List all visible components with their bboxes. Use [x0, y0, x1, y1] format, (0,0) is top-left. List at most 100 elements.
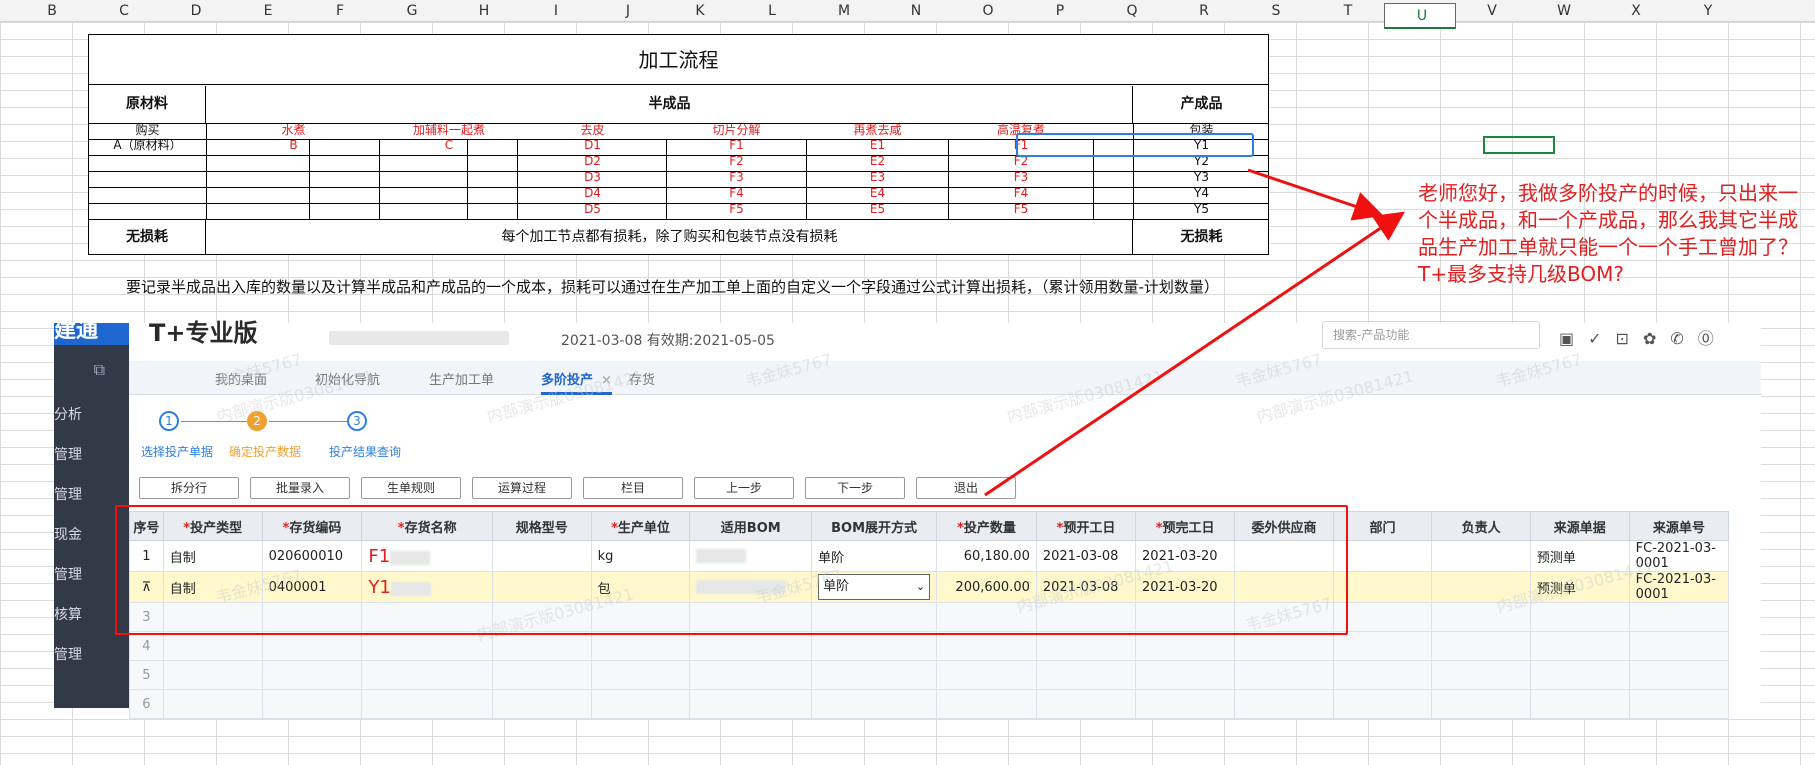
grid-cell-12[interactable]	[1332, 571, 1433, 603]
column-header-H[interactable]: H	[448, 3, 520, 19]
grid-cell-8[interactable]	[936, 660, 1037, 690]
column-header-F[interactable]: F	[304, 3, 376, 19]
toolbar-icons[interactable]: ▣✓⊡✿✆⓪	[1559, 325, 1728, 349]
grid-cell-13[interactable]	[1431, 602, 1531, 632]
column-header-W[interactable]: W	[1528, 3, 1600, 19]
grid-cell-12[interactable]	[1332, 602, 1433, 632]
grid-cell-14[interactable]: 预测单	[1529, 571, 1630, 603]
grid-cell-3[interactable]	[361, 660, 494, 690]
column-header-M[interactable]: M	[808, 3, 880, 19]
grid-cell-15[interactable]	[1628, 689, 1730, 719]
selected-cell[interactable]	[1483, 136, 1555, 154]
step-label-3[interactable]: 投产结果查询	[329, 443, 401, 460]
grid-cell-10[interactable]	[1135, 689, 1236, 719]
grid-cell-1[interactable]	[162, 689, 263, 719]
grid-cell-5[interactable]	[590, 689, 691, 719]
column-header-J[interactable]: J	[592, 3, 664, 19]
grid-cell-5[interactable]	[590, 660, 691, 690]
grid-cell-2[interactable]	[261, 660, 363, 690]
grid-cell-15[interactable]	[1628, 602, 1730, 632]
toolbar-button-3[interactable]: 运算过程	[472, 477, 572, 499]
table-row[interactable]: 5	[129, 660, 1730, 690]
grid-header-15[interactable]: 来源单号	[1628, 511, 1730, 541]
column-header-L[interactable]: L	[736, 3, 808, 19]
grid-cell-15[interactable]: FC-2021-03-0001	[1628, 571, 1730, 603]
search-input[interactable]: 搜索-产品功能	[1322, 321, 1540, 349]
toolbar-button-6[interactable]: 下一步	[805, 477, 905, 499]
grid-cell-7[interactable]	[811, 631, 938, 661]
column-header-N[interactable]: N	[880, 3, 952, 19]
step-label-1[interactable]: 选择投产单据	[141, 443, 213, 460]
table-row[interactable]: 4	[129, 631, 1730, 661]
grid-cell-13[interactable]	[1431, 571, 1531, 603]
grid-cell-7[interactable]	[811, 660, 938, 690]
grid-cell-12[interactable]	[1332, 631, 1433, 661]
toolbar-button-5[interactable]: 上一步	[694, 477, 794, 499]
toolbar-button-7[interactable]: 退出	[916, 477, 1016, 499]
tab-1[interactable]: 初始化导航	[315, 369, 380, 388]
grid-cell-8[interactable]	[936, 631, 1037, 661]
grid-cell-13[interactable]	[1431, 689, 1531, 719]
grid-cell-11[interactable]	[1234, 631, 1334, 661]
grid-cell-9[interactable]	[1035, 631, 1137, 661]
grid-cell-0[interactable]: 6	[129, 689, 164, 719]
grid-cell-7[interactable]	[811, 689, 938, 719]
column-header-X[interactable]: X	[1600, 3, 1672, 19]
sidebar-item-0[interactable]: 分析	[54, 395, 129, 435]
grid-cell-5[interactable]	[590, 631, 691, 661]
sidebar-item-1[interactable]: 管理	[54, 435, 129, 475]
column-header-Y[interactable]: Y	[1672, 3, 1744, 19]
grid-header-14[interactable]: 来源单据	[1529, 511, 1630, 541]
grid-cell-1[interactable]	[162, 660, 263, 690]
column-header-U[interactable]: U	[1384, 3, 1456, 29]
grid-cell-14[interactable]	[1529, 660, 1630, 690]
grid-cell-12[interactable]	[1332, 540, 1433, 572]
toolbar-button-2[interactable]: 生单规则	[361, 477, 461, 499]
grid-cell-13[interactable]	[1431, 540, 1531, 572]
tab-4[interactable]: 存货	[629, 369, 655, 388]
column-header-Q[interactable]: Q	[1096, 3, 1168, 19]
toolbar-button-4[interactable]: 栏目	[583, 477, 683, 499]
grid-cell-9[interactable]	[1035, 689, 1137, 719]
grid-cell-10[interactable]	[1135, 631, 1236, 661]
tab-3[interactable]: 多阶投产 ×	[541, 369, 612, 395]
sidebar-item-6[interactable]: 管理	[54, 635, 129, 675]
grid-cell-14[interactable]	[1529, 602, 1630, 632]
grid-cell-4[interactable]	[492, 631, 592, 661]
column-header-E[interactable]: E	[232, 3, 304, 19]
column-header-O[interactable]: O	[952, 3, 1024, 19]
column-header-S[interactable]: S	[1240, 3, 1312, 19]
grid-cell-3[interactable]	[361, 689, 494, 719]
grid-cell-6[interactable]	[689, 660, 813, 690]
tab-2[interactable]: 生产加工单	[429, 369, 494, 388]
grid-cell-8[interactable]	[936, 689, 1037, 719]
grid-cell-11[interactable]	[1234, 660, 1334, 690]
grid-cell-6[interactable]	[689, 631, 813, 661]
grid-cell-10[interactable]	[1135, 660, 1236, 690]
table-row[interactable]: 6	[129, 689, 1730, 719]
grid-cell-13[interactable]	[1431, 660, 1531, 690]
grid-cell-12[interactable]	[1332, 689, 1433, 719]
grid-cell-6[interactable]	[689, 689, 813, 719]
grid-cell-15[interactable]	[1628, 660, 1730, 690]
step-label-2[interactable]: 确定投产数据	[229, 443, 301, 460]
column-header-I[interactable]: I	[520, 3, 592, 19]
grid-cell-15[interactable]: FC-2021-03-0001	[1628, 540, 1730, 572]
grid-cell-14[interactable]: 预测单	[1529, 540, 1630, 572]
grid-cell-9[interactable]	[1035, 660, 1137, 690]
toolbar-button-1[interactable]: 批量录入	[250, 477, 350, 499]
grid-cell-12[interactable]	[1332, 660, 1433, 690]
grid-cell-2[interactable]	[261, 631, 363, 661]
grid-cell-2[interactable]	[261, 689, 363, 719]
toolbar-button-0[interactable]: 拆分行	[139, 477, 239, 499]
grid-cell-0[interactable]: 5	[129, 660, 164, 690]
grid-cell-4[interactable]	[492, 660, 592, 690]
column-header-C[interactable]: C	[88, 3, 160, 19]
grid-cell-0[interactable]: 4	[129, 631, 164, 661]
column-header-D[interactable]: D	[160, 3, 232, 19]
grid-cell-14[interactable]	[1529, 631, 1630, 661]
grid-cell-1[interactable]	[162, 631, 263, 661]
column-header-B[interactable]: B	[16, 3, 88, 19]
grid-header-13[interactable]: 负责人	[1431, 511, 1531, 541]
column-header-K[interactable]: K	[664, 3, 736, 19]
